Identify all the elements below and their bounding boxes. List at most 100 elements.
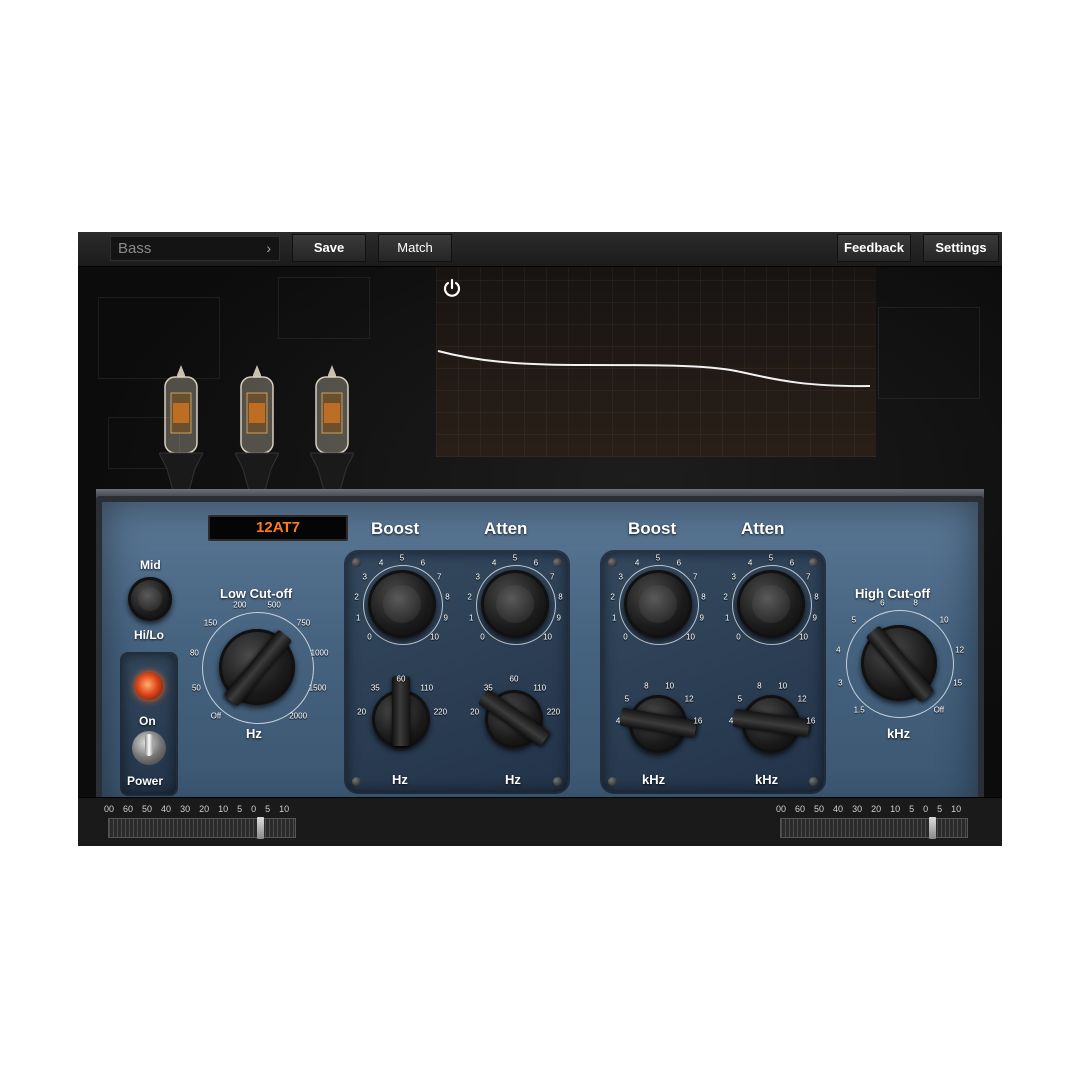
scale-tick-label: 1 bbox=[725, 613, 730, 623]
scale-tick-label: 9 bbox=[556, 613, 561, 623]
scale-tick-label: 60 bbox=[509, 674, 519, 684]
scale-tick-label: 10 bbox=[686, 632, 695, 642]
mid-label: Mid bbox=[140, 558, 161, 572]
low-boost-freq-knob[interactable] bbox=[372, 676, 430, 748]
scale-tick-label: 6 bbox=[789, 558, 795, 568]
preset-name: Bass bbox=[118, 240, 152, 257]
scale-tick-label: 20 bbox=[357, 707, 367, 717]
power-icon[interactable] bbox=[441, 277, 463, 299]
io-meter-bar: 00 60 50 40 30 20 10 5 0 5 10 00 60 50 40 30 20 10 5 0 5 10 bbox=[78, 797, 1002, 846]
tube-type-display[interactable]: 12AT7 bbox=[208, 515, 348, 541]
scale-tick-label: 150 bbox=[203, 618, 218, 628]
scale-tick-label: 3 bbox=[475, 572, 481, 582]
scale-tick-label: 35 bbox=[483, 683, 493, 693]
scale-tick-label: 8 bbox=[644, 681, 649, 691]
meter-scale-label: 5 bbox=[237, 804, 243, 814]
scale-tick-label: 750 bbox=[296, 618, 311, 628]
input-fader-thumb[interactable] bbox=[257, 817, 264, 839]
high-atten-freq-knob[interactable] bbox=[732, 695, 810, 753]
scale-tick-label: 9 bbox=[699, 613, 704, 623]
mid-hilo-switch[interactable] bbox=[128, 577, 172, 621]
scale-tick-label: 2000 bbox=[289, 711, 308, 721]
scale-tick-label: 8 bbox=[814, 592, 819, 602]
low-boost-knob[interactable] bbox=[368, 570, 436, 638]
high-boost-label: Boost bbox=[628, 519, 677, 538]
scale-tick-label: 4 bbox=[378, 558, 384, 568]
meter-scale-label: 40 bbox=[833, 804, 844, 814]
meter-scale-label: 00 bbox=[776, 804, 787, 814]
scale-tick-label: 35 bbox=[370, 683, 380, 693]
meter-scale-label: 60 bbox=[123, 804, 134, 814]
save-button[interactable]: Save bbox=[292, 234, 366, 262]
meter-scale-label: 10 bbox=[951, 804, 962, 814]
power-lamp-icon bbox=[135, 672, 163, 700]
meter-scale-label: 5 bbox=[937, 804, 943, 814]
scale-tick-label: 5 bbox=[851, 615, 857, 625]
low-cutoff-knob[interactable] bbox=[219, 629, 295, 707]
scale-tick-label: 8 bbox=[445, 592, 450, 602]
scale-tick-label: 0 bbox=[367, 632, 372, 642]
meter-scale-label: 5 bbox=[265, 804, 271, 814]
scale-tick-label: 8 bbox=[913, 598, 918, 608]
eq-curve-display[interactable] bbox=[436, 267, 876, 457]
scale-tick-label: 8 bbox=[558, 592, 563, 602]
scale-tick-label: 1000 bbox=[310, 648, 329, 658]
output-fader-thumb[interactable] bbox=[929, 817, 936, 839]
scale-tick-label: 10 bbox=[543, 632, 552, 642]
scale-tick-label: 6 bbox=[420, 558, 426, 568]
meter-scale-label: 00 bbox=[104, 804, 115, 814]
hilo-label: Hi/Lo bbox=[134, 628, 164, 642]
scale-tick-label: 110 bbox=[533, 683, 547, 693]
scale-tick-label: 16 bbox=[693, 716, 703, 725]
high-boost-freq-knob[interactable] bbox=[619, 695, 697, 753]
match-button[interactable]: Match bbox=[378, 234, 452, 262]
chevron-right-icon: › bbox=[266, 240, 271, 256]
feedback-button[interactable]: Feedback bbox=[837, 234, 911, 262]
scale-tick-label: 110 bbox=[420, 683, 434, 693]
meter-scale-label: 20 bbox=[871, 804, 882, 814]
scale-tick-label: 220 bbox=[546, 707, 561, 717]
power-section: On Power bbox=[122, 654, 176, 794]
meter-scale-label: 10 bbox=[218, 804, 229, 814]
low-atten-freq-knob[interactable] bbox=[477, 688, 551, 748]
scale-tick-label: 5 bbox=[655, 553, 661, 563]
toolbar: Bass › Save Match Feedback Settings bbox=[78, 232, 1002, 267]
meter-scale-label: 5 bbox=[909, 804, 915, 814]
high-cutoff-knob[interactable] bbox=[861, 625, 937, 703]
scale-tick-label: 0 bbox=[480, 632, 485, 642]
scale-tick-label: 7 bbox=[549, 572, 555, 582]
vacuum-tube-icon bbox=[235, 365, 279, 492]
preset-selector[interactable]: Bass › bbox=[110, 236, 280, 261]
scale-tick-label: 4 bbox=[747, 558, 753, 568]
scale-tick-label: 10 bbox=[430, 632, 439, 642]
scale-tick-label: 12 bbox=[797, 694, 807, 704]
scale-tick-label: 20 bbox=[470, 707, 480, 717]
eq-plugin-window: Bass › Save Match Feedback Settings 12AT… bbox=[78, 232, 1002, 846]
output-gain-fader[interactable] bbox=[780, 817, 968, 839]
scale-tick-label: Off bbox=[210, 711, 222, 721]
input-gain-fader[interactable] bbox=[108, 817, 296, 839]
schematic-decoration bbox=[878, 307, 980, 399]
vacuum-tube-icon bbox=[310, 365, 354, 492]
meter-scale-label: 40 bbox=[161, 804, 172, 814]
high-cutoff-title: High Cut-off bbox=[855, 586, 931, 601]
scale-tick-label: 1.5 bbox=[853, 705, 865, 715]
scale-tick-label: 8 bbox=[701, 592, 706, 602]
low-atten-knob[interactable] bbox=[481, 570, 549, 638]
low-atten-label: Atten bbox=[484, 519, 528, 538]
scale-tick-label: 60 bbox=[396, 674, 406, 684]
scale-tick-label: 2 bbox=[610, 592, 615, 602]
meter-scale-label: 30 bbox=[852, 804, 863, 814]
scale-tick-label: 10 bbox=[939, 615, 949, 625]
high-atten-knob[interactable] bbox=[737, 570, 805, 638]
power-toggle[interactable] bbox=[132, 731, 166, 765]
scale-tick-label: 3 bbox=[362, 572, 368, 582]
scale-tick-label: 1 bbox=[469, 613, 474, 623]
scale-tick-label: 1 bbox=[612, 613, 617, 623]
settings-button[interactable]: Settings bbox=[923, 234, 999, 262]
high-boost-knob[interactable] bbox=[624, 570, 692, 638]
scale-tick-label: 4 bbox=[836, 645, 841, 655]
scale-tick-label: 9 bbox=[812, 613, 817, 623]
scale-tick-label: 4 bbox=[615, 716, 621, 725]
scale-tick-label: 1 bbox=[356, 613, 361, 623]
